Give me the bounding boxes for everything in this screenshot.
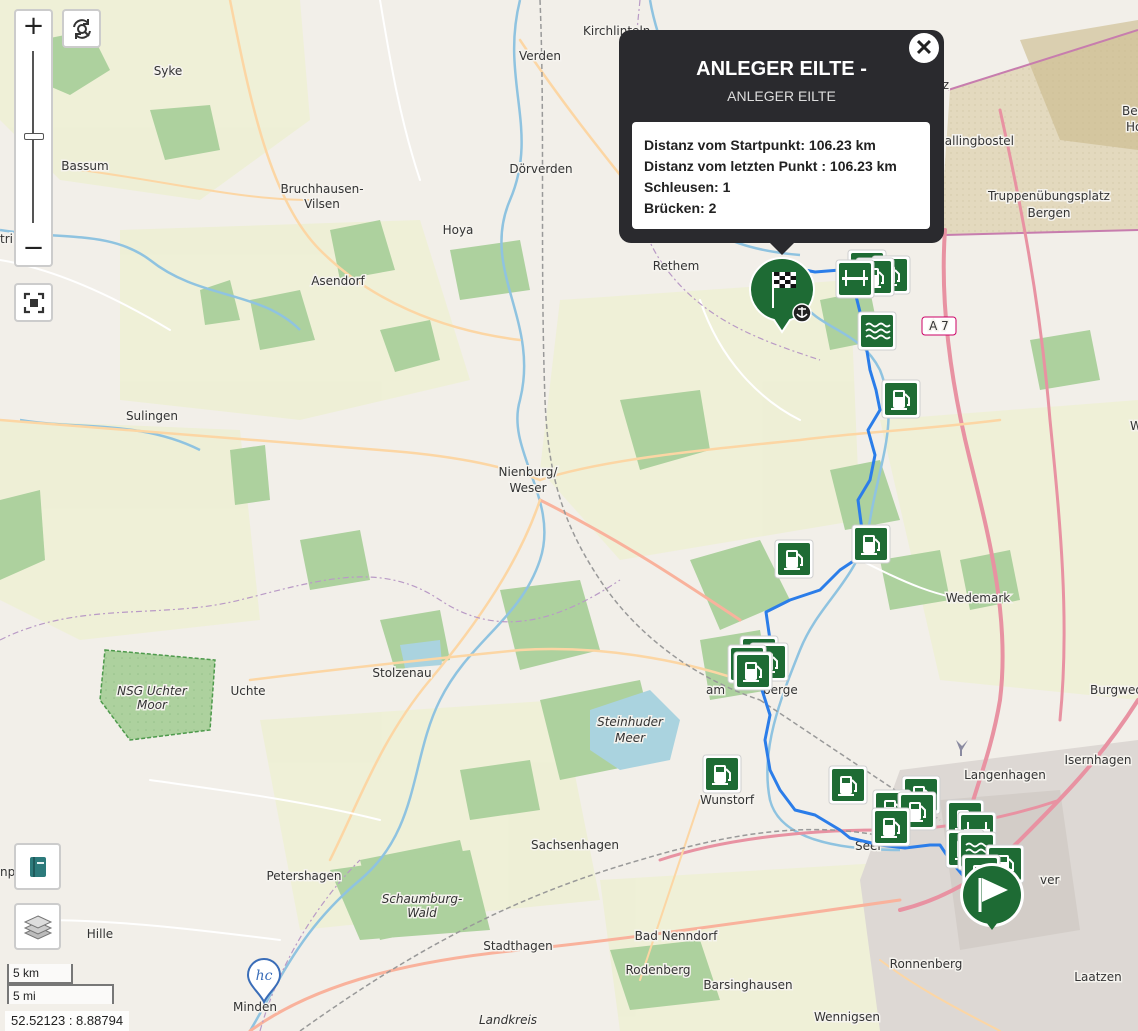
place-label: Burgwed <box>1090 683 1138 697</box>
place-label: Wi <box>1130 419 1138 433</box>
place-label: Rodenberg <box>625 963 690 977</box>
layers-button[interactable] <box>14 903 61 950</box>
place-label: Isernhagen <box>1064 753 1131 767</box>
popup-locks: Schleusen: 1 <box>644 179 731 195</box>
place-label: Stolzenau <box>372 666 431 680</box>
place-label: Syke <box>154 64 183 78</box>
place-label: Bassum <box>61 159 108 173</box>
fit-bounds-button[interactable] <box>14 283 53 322</box>
refresh-search-icon <box>64 11 99 46</box>
layers-icon <box>16 905 59 948</box>
place-label: Wald <box>407 906 437 920</box>
fuel-marker[interactable] <box>828 765 868 805</box>
place-label: Hoya <box>443 223 474 237</box>
scale-mi: 5 mi <box>7 984 114 1004</box>
fullscreen-icon <box>16 285 51 320</box>
place-label: am <box>706 683 725 697</box>
fuel-marker[interactable] <box>851 524 891 564</box>
place-label: Wennigsen <box>814 1010 880 1024</box>
zoom-slider-handle[interactable] <box>24 133 44 140</box>
place-label: Meer <box>615 731 646 745</box>
place-label: Barsinghausen <box>703 978 792 992</box>
place-label: allingbostel <box>945 134 1014 148</box>
place-label: Weser <box>509 481 546 495</box>
fuel-marker[interactable] <box>881 379 921 419</box>
place-label: Laatzen <box>1074 970 1121 984</box>
popup-bridges: Brücken: 2 <box>644 200 717 216</box>
fuel-marker[interactable] <box>871 807 911 847</box>
place-label: A 7 <box>929 319 949 333</box>
place-label: Bad Nenndorf <box>635 929 718 943</box>
place-label: Truppenübungsplatz <box>987 189 1110 203</box>
scale-km: 5 km <box>7 964 73 984</box>
place-label: NSG Uchter <box>117 684 188 698</box>
place-label: Sulingen <box>126 409 178 423</box>
hc-logo-text: hc <box>256 968 273 984</box>
place-label: Petershagen <box>266 869 341 883</box>
place-label: Steinhuder <box>597 715 664 729</box>
anchor-badge-icon <box>792 303 812 323</box>
place-label: Langenhagen <box>964 768 1046 782</box>
zoom-in-button[interactable]: + <box>16 11 51 43</box>
place-label: Wunstorf <box>700 793 755 807</box>
fuel-marker[interactable] <box>702 754 742 794</box>
place-label: Bruchhausen- <box>280 182 363 196</box>
place-label: Wedemark <box>946 591 1011 605</box>
place-label: Moor <box>137 698 168 712</box>
place-label: Landkreis <box>479 1013 537 1027</box>
place-label: Asendorf <box>311 274 365 288</box>
place-label: Rethem <box>653 259 700 273</box>
place-label: Sachsenhagen <box>531 838 619 852</box>
place-label: Bergen <box>1028 206 1071 220</box>
popup-distance-start: Distanz vom Startpunkt: 106.23 km <box>644 137 876 153</box>
place-label: Vilsen <box>304 197 340 211</box>
lock-marker[interactable] <box>857 311 897 351</box>
refresh-search-button[interactable] <box>62 9 101 48</box>
place-label: Stadthagen <box>483 939 553 953</box>
popup-subtitle: ANLEGER EILTE <box>727 88 836 104</box>
place-label: Beck <box>1122 104 1138 118</box>
place-label: Hille <box>87 927 113 941</box>
close-icon[interactable]: ✕ <box>909 33 939 63</box>
popup-distance-last: Distanz vom letzten Punkt : 106.23 km <box>644 158 897 174</box>
popup-title: ANLEGER EILTE - <box>696 58 867 80</box>
zoom-out-button[interactable]: − <box>16 233 51 265</box>
book-icon <box>16 845 59 888</box>
place-label: Ronnenberg <box>890 957 963 971</box>
place-label: ver <box>1040 873 1059 887</box>
fuel-marker[interactable] <box>733 651 773 691</box>
place-label: Schaumburg- <box>382 892 463 906</box>
place-label: tri <box>0 232 13 246</box>
map-canvas[interactable]: KirchlintelnVerdenSykeBassum DörverdenBru… <box>0 0 1138 1031</box>
popup-details: Distanz vom Startpunkt: 106.23 km Distan… <box>632 122 930 229</box>
zoom-control: + − <box>14 9 53 267</box>
marker-popup: ANLEGER EILTE - ANLEGER EILTE Distanz vo… <box>619 30 944 255</box>
place-label: Dörverden <box>509 162 572 176</box>
place-label: Minden <box>233 1000 277 1014</box>
bridge-marker[interactable] <box>835 259 875 299</box>
mouse-coordinates: 52.52123 : 8.88794 <box>5 1011 130 1031</box>
place-label: Verden <box>519 49 561 63</box>
popup-tip <box>769 242 795 255</box>
legend-book-button[interactable] <box>14 843 61 890</box>
place-label: Nienburg/ <box>499 465 559 479</box>
fuel-marker[interactable] <box>774 539 814 579</box>
place-label: Ho <box>1126 120 1138 134</box>
place-label: Uchte <box>230 684 265 698</box>
place-label: np <box>0 865 15 879</box>
